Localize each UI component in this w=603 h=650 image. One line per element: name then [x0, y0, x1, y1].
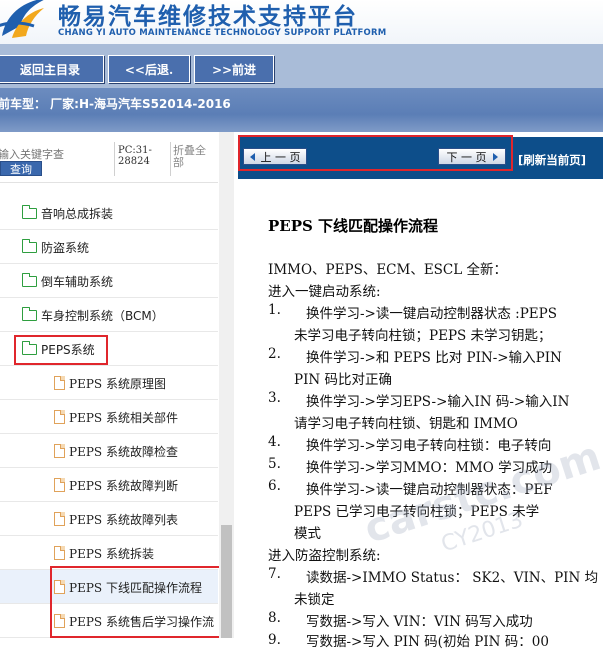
tree-item-label: 防盗系统 [41, 240, 90, 255]
tree-item-label: PEPS 下线匹配操作流程 [69, 580, 202, 595]
tree-item-label: PEPS 系统故障判断 [69, 478, 178, 493]
arrow-right-icon [492, 152, 498, 161]
tree-page-item[interactable]: PEPS 系统拆装 [0, 536, 218, 570]
search-button[interactable]: 查询 [0, 161, 42, 176]
document-line: 模式 [294, 526, 321, 542]
document-line: 未学习电子转向柱锁；PEPS 未学习钥匙； [294, 328, 552, 344]
list-number: 1. [268, 302, 281, 318]
list-number: 7. [268, 566, 281, 582]
tree-page-item[interactable]: PEPS 系统售后学习操作流 [0, 604, 218, 638]
document-line: 请学习电子转向柱锁、钥匙和 IMMO [294, 416, 518, 432]
page-icon [54, 376, 65, 390]
tree-item-label: PEPS 系统故障列表 [69, 512, 178, 527]
tree-page-item[interactable]: PEPS 系统原理图 [0, 366, 218, 400]
tree-folder-item[interactable]: 车身控制系统（BCM） [0, 298, 218, 332]
page-icon [54, 478, 65, 492]
tree-item-label: PEPS 系统原理图 [69, 376, 166, 391]
divider [170, 142, 171, 176]
forward-button[interactable]: >>前进 [194, 55, 274, 83]
refresh-page-link[interactable]: [刷新当前页] [518, 152, 586, 168]
list-number: 4. [268, 434, 281, 450]
tree-folder-item[interactable]: 音响总成拆装 [0, 196, 218, 230]
page-icon [54, 410, 65, 424]
list-number: 3. [268, 390, 281, 406]
list-number: 2. [268, 346, 281, 362]
list-number: 8. [268, 610, 281, 626]
page-icon [54, 512, 65, 526]
tree-item-label: 车身控制系统（BCM） [41, 308, 164, 323]
list-number: 6. [268, 478, 281, 494]
prev-page-button[interactable]: 上 一 页 [243, 148, 307, 165]
divider [114, 142, 115, 176]
back-button[interactable]: <<后退. [108, 55, 190, 83]
app-subtitle: CHANG YI AUTO MAINTENANCE TECHNOLOGY SUP… [58, 28, 387, 38]
app-title: 畅易汽车维修技术支持平台 [58, 3, 358, 30]
divider [0, 182, 218, 183]
logo-icon [0, 0, 44, 38]
tree-folder-item[interactable]: 防盗系统 [0, 230, 218, 264]
document-line: 进入一键启动系统: [268, 284, 381, 300]
document-line: 未锁定 [294, 592, 335, 608]
document-title: PEPS 下线匹配操作流程 [268, 217, 439, 235]
document-line: 进入防盗控制系统: [268, 548, 381, 564]
tree-page-item[interactable]: PEPS 下线匹配操作流程 [0, 570, 218, 604]
next-page-label: 下 一 页 [446, 150, 487, 164]
folder-icon [21, 306, 37, 321]
tree-item-label: 音响总成拆装 [41, 206, 114, 221]
document-line: 写数据->写入 VIN：VIN 码写入成功 [306, 614, 533, 630]
arrow-left-icon [249, 152, 255, 161]
document-line: PIN 码比对正确 [294, 372, 393, 388]
document-line: 读数据->IMMO Status： SK2、VIN、PIN 均 [306, 570, 599, 586]
next-page-button[interactable]: 下 一 页 [438, 148, 506, 165]
pc-code: PC:31-28824 [118, 145, 152, 167]
document-line: 换件学习->读一键启动控制器状态 :PEPS [306, 306, 557, 322]
home-button[interactable]: 返回主目录 [0, 55, 104, 83]
tree-item-label: PEPS 系统故障检查 [69, 444, 178, 459]
current-model: 前车型： 厂家:H-海马汽车S52014-2016 [0, 97, 231, 111]
document-line: 换件学习->和 PEPS 比对 PIN->输入PIN [306, 350, 562, 366]
tree-page-item[interactable]: PEPS 系统故障检查 [0, 434, 218, 468]
page-icon [54, 580, 65, 594]
document-line: 换件学习->学习EPS->输入IN 码->输入IN [306, 394, 570, 410]
page-icon [54, 546, 65, 560]
tree-item-label: 倒车辅助系统 [41, 274, 114, 289]
tree-folder-item[interactable]: PEPS系统 [0, 332, 218, 366]
folder-icon [21, 238, 37, 253]
folder-icon [21, 340, 37, 355]
page-icon [54, 444, 65, 458]
tree-item-label: PEPS 系统售后学习操作流 [69, 614, 214, 629]
folder-icon [21, 272, 37, 287]
document-line: IMMO、PEPS、ECM、ESCL 全新： [268, 262, 508, 278]
document-line: 写数据->写入 PIN 码(初始 PIN 码：00 [306, 634, 549, 650]
collapse-all-link[interactable]: 折叠全部 [173, 145, 213, 169]
document-line: 换件学习->学习电子转向柱锁：电子转向 [306, 438, 552, 454]
tree-item-label: PEPS 系统相关部件 [69, 410, 178, 425]
folder-icon [21, 204, 37, 219]
tree-folder-item[interactable]: 倒车辅助系统 [0, 264, 218, 298]
prev-page-label: 上 一 页 [260, 150, 301, 164]
scrollbar-thumb[interactable] [221, 525, 232, 638]
tree-page-item[interactable]: PEPS 系统故障列表 [0, 502, 218, 536]
tree-item-label: PEPS系统 [41, 342, 95, 357]
tree-page-item[interactable]: PEPS 系统故障判断 [0, 468, 218, 502]
tree-page-item[interactable]: PEPS 系统相关部件 [0, 400, 218, 434]
list-number: 9. [268, 632, 281, 648]
tree-item-label: PEPS 系统拆装 [69, 546, 154, 561]
list-number: 5. [268, 456, 281, 472]
page-icon [54, 614, 65, 628]
